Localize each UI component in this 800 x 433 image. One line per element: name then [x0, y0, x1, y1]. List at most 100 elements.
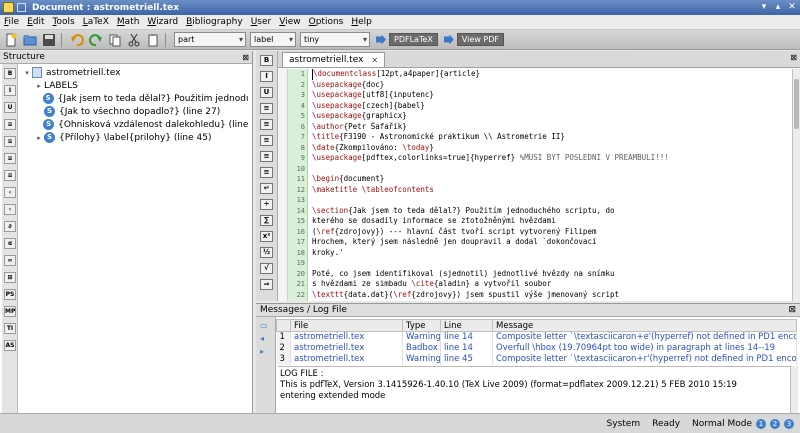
format-tool-icon[interactable]: √	[260, 263, 273, 274]
structure-tool-icon[interactable]: MP	[4, 306, 16, 317]
next-error-icon[interactable]: ▸	[260, 347, 271, 356]
code-line[interactable]: \usepackage[utf8]{inputenc}	[312, 90, 792, 101]
code-line[interactable]: \author{Petr Šafařík}	[312, 122, 792, 133]
code-line[interactable]: kterého se dosadily informace se ztotožn…	[312, 216, 792, 227]
view-pdf-button[interactable]: View PDF	[443, 32, 504, 47]
code-line[interactable]: \documentclass[12pt,a4paper]{article}	[312, 69, 792, 80]
code-line[interactable]: kroky.'	[312, 248, 792, 259]
col-header-message[interactable]: Message	[492, 319, 797, 332]
scrollbar-thumb[interactable]	[794, 79, 799, 129]
format-tool-icon[interactable]: ½	[260, 247, 273, 258]
tree-root[interactable]: ▾ astrometriell.tex	[22, 66, 248, 79]
col-header-line[interactable]: Line	[440, 319, 493, 332]
structure-tool-icon[interactable]: α	[4, 238, 16, 249]
editor-tab[interactable]: astrometriell.tex ✕	[282, 52, 386, 67]
format-tool-icon[interactable]: B	[260, 55, 273, 66]
structure-tool-icon[interactable]: B	[4, 68, 16, 79]
copy-icon[interactable]	[107, 32, 123, 48]
structure-tool-icon[interactable]: ⊞	[4, 272, 16, 283]
window-menu-icon[interactable]	[17, 3, 26, 12]
sectioning-combo[interactable]: part	[174, 32, 246, 47]
table-row[interactable]: 3 astrometriell.tex Warning line 45 Comp…	[276, 353, 797, 365]
row-line[interactable]: line 14	[440, 331, 493, 343]
code-line[interactable]: \usepackage[czech]{babel}	[312, 101, 792, 112]
row-message[interactable]: Composite letter `\textasciicaron+e'(hyp…	[492, 331, 797, 343]
menu-file[interactable]: File	[0, 17, 23, 27]
format-tool-icon[interactable]: ⇒	[260, 279, 273, 290]
expand-icon[interactable]: ▸	[34, 82, 44, 90]
format-tool-icon[interactable]: ∑	[260, 215, 273, 226]
structure-tool-icon[interactable]: ≡	[4, 153, 16, 164]
menu-user[interactable]: User	[247, 17, 276, 27]
structure-tool-icon[interactable]: ≡	[4, 136, 16, 147]
row-message[interactable]: Composite letter `\textasciicaron+r'(hyp…	[492, 353, 797, 365]
prev-error-icon[interactable]: ◂	[260, 334, 271, 343]
tree-item[interactable]: ▸ S {Přílohy} \label{prilohy} (line 45)	[22, 131, 248, 144]
code-line[interactable]: \date{Zkompilováno: \today}	[312, 143, 792, 154]
menu-options[interactable]: Options	[305, 17, 348, 27]
code-line[interactable]	[312, 164, 792, 175]
code-line[interactable]: \title{F3190 - Astronomické praktikum \\…	[312, 132, 792, 143]
code-line[interactable]: \maketitle \tableofcontents	[312, 185, 792, 196]
close-structure-icon[interactable]: ⊠	[242, 53, 249, 62]
log-output[interactable]: LOG FILE : This is pdfTeX, Version 3.141…	[278, 366, 794, 414]
redo-icon[interactable]	[88, 32, 104, 48]
code-text[interactable]: \documentclass[12pt,a4paper]{article} \us…	[308, 69, 792, 301]
table-row[interactable]: 1 astrometriell.tex Warning line 14 Comp…	[276, 331, 797, 343]
menu-tools[interactable]: Tools	[49, 17, 79, 27]
restore-icon[interactable]: ▴	[772, 2, 784, 13]
minimize-icon[interactable]: ▾	[758, 2, 770, 13]
code-line[interactable]	[312, 195, 792, 206]
structure-tool-icon[interactable]: ‹	[4, 187, 16, 198]
format-tool-icon[interactable]: ÷	[260, 199, 273, 210]
fold-margin[interactable]	[278, 69, 288, 301]
expand-icon[interactable]: ▸	[34, 134, 44, 142]
format-tool-icon[interactable]: ≡	[260, 167, 273, 178]
monitor-icon[interactable]: ▭	[260, 321, 271, 330]
format-tool-icon[interactable]: I	[260, 71, 273, 82]
close-editor-icon[interactable]: ⊠	[790, 53, 797, 62]
pdflatex-button[interactable]: PDFLaTeX	[376, 32, 438, 47]
open-file-icon[interactable]	[22, 32, 38, 48]
code-line[interactable]: \begin{document}	[312, 174, 792, 185]
menu-wizard[interactable]: Wizard	[143, 17, 182, 27]
paste-icon[interactable]	[145, 32, 161, 48]
structure-tool-icon[interactable]: ≡	[4, 119, 16, 130]
code-editor[interactable]: 1 2 3 4 5 6 7 8 9 10 11 12 13 14 15 16 17 18 19 20 21 22 \doc…	[278, 69, 792, 301]
tree-item[interactable]: S {Jak to všechno dopadlo?} (line 27)	[22, 105, 248, 118]
menu-latex[interactable]: LaTeX	[79, 17, 113, 27]
format-tool-icon[interactable]: ↵	[260, 183, 273, 194]
row-message[interactable]: Overfull \hbox (19.70964pt too wide) in …	[492, 342, 797, 354]
editor-scrollbar[interactable]	[792, 69, 800, 301]
menu-math[interactable]: Math	[113, 17, 144, 27]
code-line[interactable]: \usepackage{doc}	[312, 80, 792, 91]
structure-tool-icon[interactable]: AS	[4, 340, 16, 351]
row-file[interactable]: astrometriell.tex	[290, 342, 403, 354]
menu-bibliography[interactable]: Bibliography	[182, 17, 247, 27]
code-line[interactable]: \texttt{data.dat}(\ref{zdrojovy}) jsem s…	[312, 290, 792, 301]
structure-tool-icon[interactable]: U	[4, 102, 16, 113]
row-file[interactable]: astrometriell.tex	[290, 331, 403, 343]
code-line[interactable]: \usepackage[pdftex,colorlinks=true]{hype…	[312, 153, 792, 164]
code-line[interactable]: \usepackage{graphicx}	[312, 111, 792, 122]
tree-labels[interactable]: ▸ LABELS	[22, 79, 248, 92]
row-file[interactable]: astrometriell.tex	[290, 353, 403, 365]
save-icon[interactable]	[41, 32, 57, 48]
close-messages-icon[interactable]: ⊠	[788, 305, 796, 315]
log-scrollbar[interactable]	[790, 366, 798, 414]
label-combo[interactable]: label	[250, 32, 296, 47]
close-tab-icon[interactable]: ✕	[371, 56, 378, 65]
tree-item[interactable]: S {Jak jsem to teda dělal?} Použitím jed…	[22, 92, 248, 105]
format-tool-icon[interactable]: ≡	[260, 103, 273, 114]
format-tool-icon[interactable]: ≡	[260, 135, 273, 146]
structure-tool-icon[interactable]: I	[4, 85, 16, 96]
status-indicator-icon[interactable]: 2	[770, 418, 780, 429]
col-header[interactable]	[276, 319, 291, 332]
menu-view[interactable]: View	[275, 17, 304, 27]
structure-tool-icon[interactable]: ≡	[4, 170, 16, 181]
col-header-file[interactable]: File	[290, 319, 403, 332]
row-line[interactable]: line 45	[440, 353, 493, 365]
code-line[interactable]: s hvězdami ze simbadu \cite{aladin} a vy…	[312, 279, 792, 290]
status-indicator-icon[interactable]: 3	[784, 418, 794, 429]
table-row[interactable]: 2 astrometriell.tex Badbox line 14 Overf…	[276, 342, 797, 354]
